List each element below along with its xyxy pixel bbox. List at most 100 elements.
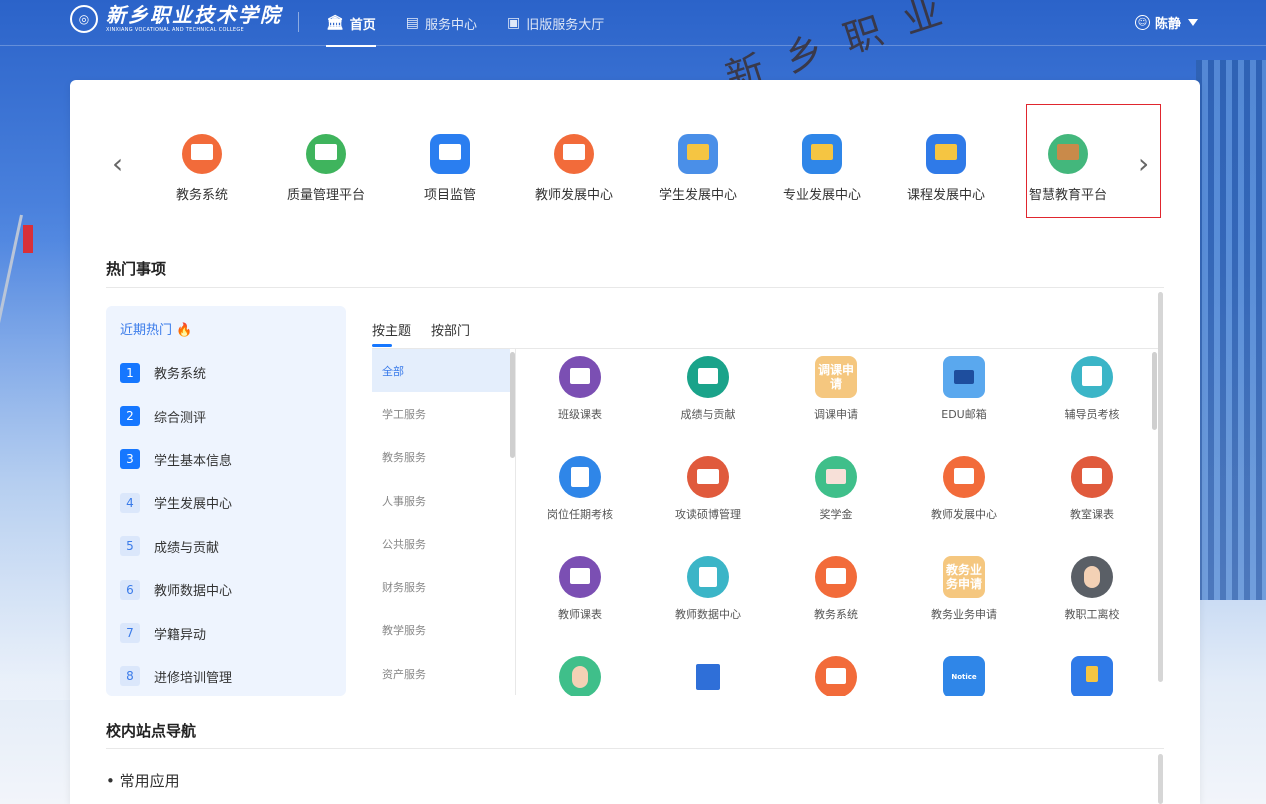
college-logo[interactable]: ◎ 新乡职业技术学院 XINXIANG VOCATIONAL AND TECHN… — [70, 5, 282, 33]
service-label: 班级课表 — [558, 408, 602, 421]
service-label: 教务系统 — [814, 608, 858, 621]
nav-service-center[interactable]: ▤ 服务中心 — [406, 0, 477, 46]
app-item[interactable]: 教师发展中心 — [512, 134, 636, 203]
service-tile[interactable]: Notice — [900, 656, 1028, 696]
service-tile[interactable]: 教师发展中心 — [900, 456, 1028, 522]
presentation-board-icon — [943, 456, 985, 498]
category-item[interactable]: 教务服务 — [372, 436, 515, 479]
hot-list-header: 近期热门 🔥 — [106, 306, 346, 351]
category-list: 全部 学工服务 教务服务 人事服务 公共服务 财务服务 教学服务 资产服务 — [372, 349, 516, 695]
category-scrollbar[interactable] — [510, 352, 515, 458]
hot-list-item[interactable]: 6 教师数据中心 — [106, 568, 346, 611]
category-item[interactable]: 财务服务 — [372, 565, 515, 608]
bank-icon — [687, 656, 729, 696]
app-item[interactable]: 学生发展中心 — [636, 134, 760, 203]
category-item[interactable]: 学工服务 — [372, 392, 515, 435]
hot-section-title: 热门事项 — [106, 260, 167, 278]
user-menu[interactable]: ☺ 陈静 — [1134, 13, 1198, 32]
presentation-board-icon — [554, 134, 594, 174]
grid-scrollbar[interactable] — [1152, 352, 1157, 430]
app-item[interactable]: 质量管理平台 — [264, 134, 388, 203]
service-tile[interactable]: 教师课表 — [516, 556, 644, 622]
envelope-icon — [815, 456, 857, 498]
search-board-icon — [1071, 456, 1113, 498]
college-name-en: XINXIANG VOCATIONAL AND TECHNICAL COLLEG… — [106, 27, 245, 33]
service-tile[interactable]: 奖学金 — [772, 456, 900, 522]
service-tile[interactable] — [772, 656, 900, 696]
service-tile[interactable]: EDU邮箱 — [900, 356, 1028, 422]
calendar-icon — [559, 556, 601, 598]
service-label: 教职工离校 — [1064, 608, 1120, 621]
nav-old-hall[interactable]: ▣ 旧版服务大厅 — [507, 0, 604, 46]
site-nav-scrollbar[interactable] — [1158, 754, 1163, 804]
text-icon: 调课申请 — [815, 356, 857, 398]
hot-list-panel: 近期热门 🔥 1 教务系统 2 综合测评 3 学生基本信息 4 学生发展中心 5 成绩与贡献… — [106, 306, 346, 696]
hot-list-item[interactable]: 8 进修培训管理 — [106, 655, 346, 696]
nav-home-label: 首页 — [349, 17, 376, 33]
hot-list-item[interactable]: 7 学籍异动 — [106, 611, 346, 654]
section-divider — [106, 748, 1164, 749]
person-exit-icon — [1071, 556, 1113, 598]
category-item[interactable]: 教学服务 — [372, 609, 515, 652]
rank-badge: 1 — [120, 362, 140, 383]
service-label: 教师发展中心 — [931, 508, 997, 521]
chevron-left-icon[interactable]: ‹ — [112, 150, 123, 178]
panel-scrollbar[interactable] — [1158, 292, 1163, 682]
hot-list-item[interactable]: 5 成绩与贡献 — [106, 525, 346, 568]
service-tile[interactable]: 攻读硕博管理 — [644, 456, 772, 522]
service-label: 教室课表 — [1070, 508, 1114, 521]
service-label: 岗位任期考核 — [547, 508, 613, 521]
hot-item-label: 学籍异动 — [154, 627, 207, 643]
service-label: 教务业务申请 — [931, 608, 997, 621]
chevron-down-icon — [1188, 19, 1198, 26]
presentation-board-icon — [182, 134, 222, 174]
college-emblem-icon: ◎ — [70, 5, 98, 33]
service-icon: ▤ — [405, 15, 420, 31]
app-item[interactable]: 教务系统 — [140, 134, 264, 203]
service-tile[interactable]: 教室课表 — [1028, 456, 1156, 522]
hot-list-item[interactable]: 2 综合测评 — [106, 394, 346, 437]
edit-doc-icon — [559, 456, 601, 498]
category-item[interactable]: 资产服务 — [372, 652, 515, 695]
service-tile[interactable]: 教师数据中心 — [644, 556, 772, 622]
rank-badge: 8 — [120, 666, 140, 687]
service-tile[interactable]: 教职工离校 — [1028, 556, 1156, 622]
hot-list-item[interactable]: 3 学生基本信息 — [106, 438, 346, 481]
service-tile[interactable]: 岗位任期考核 — [516, 456, 644, 522]
service-tile[interactable]: 成绩与贡献 — [644, 356, 772, 422]
service-tile[interactable] — [644, 656, 772, 696]
service-label: 调课申请 — [814, 408, 858, 421]
service-label: 教师课表 — [558, 608, 602, 621]
site-nav-title: 校内站点导航 — [106, 722, 197, 740]
nav-home[interactable]: 🏛 首页 — [326, 0, 376, 47]
chevron-right-icon[interactable]: › — [1138, 150, 1149, 178]
course-growth-icon — [926, 134, 966, 174]
app-item[interactable]: 课程发展中心 — [884, 134, 1008, 203]
service-tile[interactable] — [1028, 656, 1156, 696]
category-item[interactable]: 公共服务 — [372, 522, 515, 565]
app-label: 项目监管 — [423, 188, 476, 203]
service-tile[interactable]: 教务系统 — [772, 556, 900, 622]
service-tile[interactable] — [516, 656, 644, 696]
common-apps-label[interactable]: • 常用应用 — [106, 770, 180, 791]
book-icon — [687, 456, 729, 498]
category-item[interactable]: 全部 — [372, 349, 510, 393]
notice-icon: Notice — [943, 656, 985, 696]
document-icon: ▣ — [507, 15, 521, 31]
tab-by-department[interactable]: 按部门 — [431, 320, 470, 347]
tab-by-topic[interactable]: 按主题 — [372, 320, 411, 347]
background-building-right — [1196, 60, 1266, 600]
service-tile[interactable]: 辅导员考核 — [1028, 356, 1156, 422]
category-item[interactable]: 人事服务 — [372, 479, 515, 522]
id-card-icon — [687, 556, 729, 598]
hot-list-title: 近期热门 — [120, 323, 173, 338]
hot-list-item[interactable]: 1 教务系统 — [106, 351, 346, 394]
app-item[interactable]: 专业发展中心 — [760, 134, 884, 203]
service-tile[interactable]: 调课申请 调课申请 — [772, 356, 900, 422]
app-item[interactable]: 项目监管 — [388, 134, 512, 203]
service-tile[interactable]: 教务业务申请 教务业务申请 — [900, 556, 1028, 622]
service-tile[interactable]: 班级课表 — [516, 356, 644, 422]
hot-list-item[interactable]: 4 学生发展中心 — [106, 481, 346, 524]
flame-icon: 🔥 — [176, 323, 193, 338]
rank-badge: 3 — [120, 449, 140, 470]
